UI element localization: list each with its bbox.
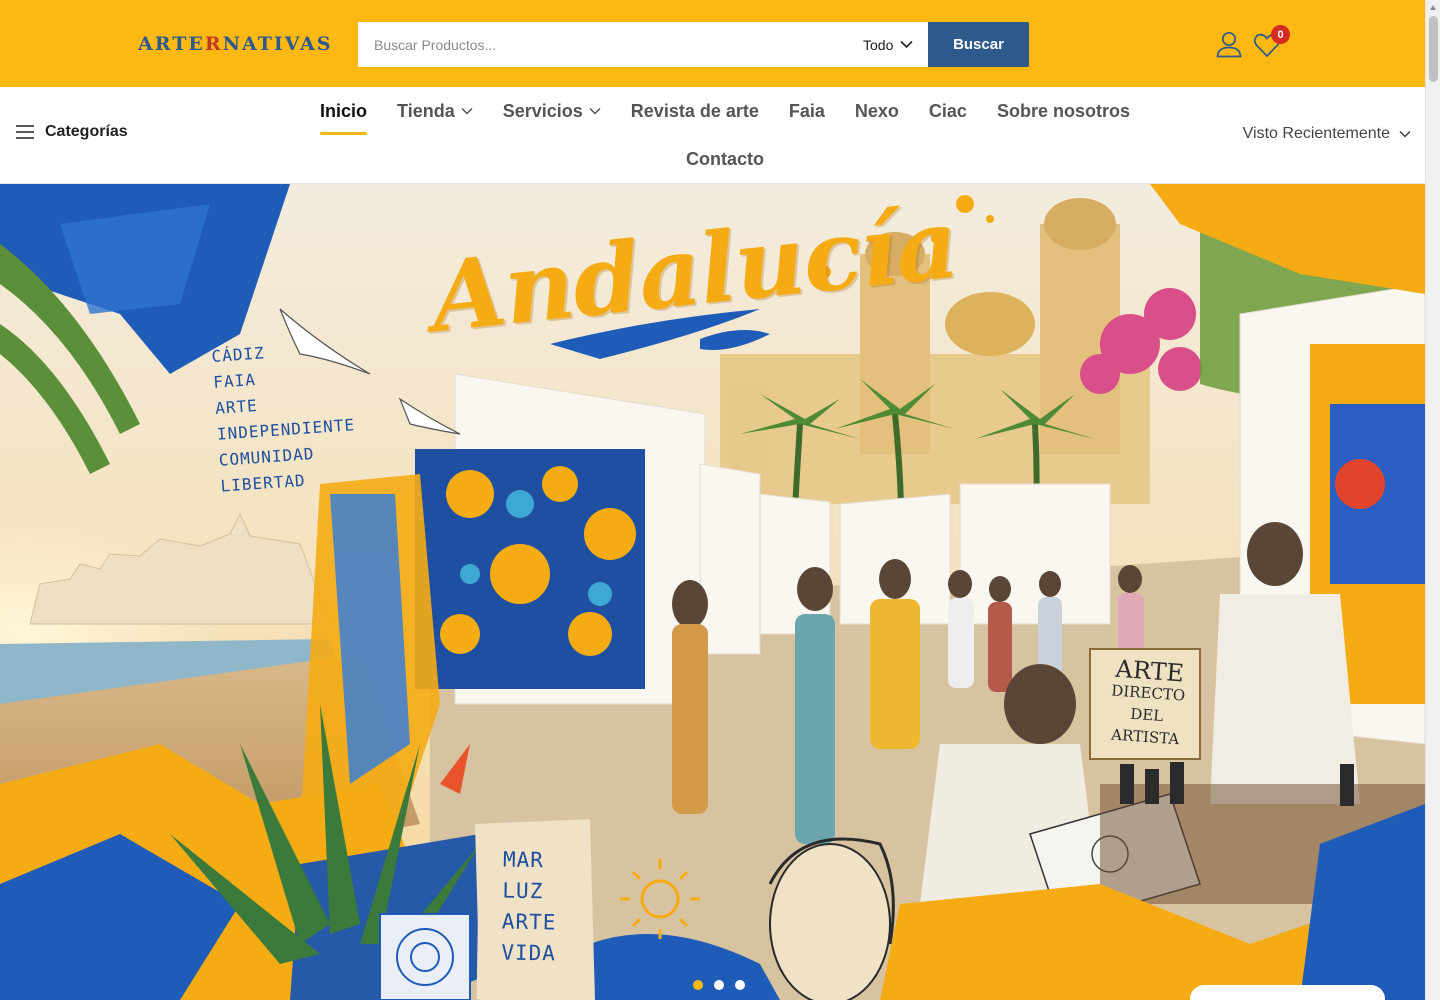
sign-line: DEL ARTISTA (1110, 704, 1180, 749)
top-header: ARTERNATIVAS Todo Buscar 0 (0, 0, 1425, 87)
chevron-down-icon (589, 107, 601, 115)
logo-prefix: ARTE (138, 33, 205, 55)
nav-item-servicios[interactable]: Servicios (503, 87, 601, 135)
nav-item-label: Nexo (854, 100, 899, 121)
hero-slider: Andalucía CÁDIZ FAIA ARTE INDEPENDIENTE … (0, 184, 1425, 1000)
card-word: VIDA (501, 940, 557, 966)
nav-item-label: Inicio (320, 100, 368, 121)
nav-item-label: Servicios (502, 100, 583, 121)
hero-artist-sign: ARTE DIRECTO DEL ARTISTA (1097, 655, 1198, 751)
slider-dot[interactable] (735, 980, 745, 990)
wishlist-count-badge: 0 (1271, 25, 1290, 44)
chevron-down-icon (900, 40, 913, 49)
nav-item-label: Revista de arte (630, 100, 759, 121)
hero-card: MAR LUZ ARTE VIDA (476, 828, 588, 1000)
chevron-down-icon (461, 107, 473, 115)
chat-widget-tab[interactable] (1190, 985, 1385, 1000)
nav-item-label: Tienda (397, 100, 455, 121)
hamburger-menu-icon (16, 125, 34, 139)
logo-accent: R (204, 33, 223, 55)
nav-item-revista[interactable]: Revista de arte (631, 87, 759, 135)
nav-item-nexo[interactable]: Nexo (855, 87, 899, 135)
card-word: MAR (502, 847, 545, 873)
logo-suffix: NATIVAS (222, 33, 333, 55)
nav-item-ciac[interactable]: Ciac (929, 87, 967, 135)
categories-menu-button[interactable]: Categorías (16, 123, 128, 141)
nav-item-inicio[interactable]: Inicio (320, 87, 368, 135)
page-scrollbar[interactable] (1425, 0, 1440, 1000)
nav-item-tienda[interactable]: Tienda (397, 87, 473, 135)
main-menu: Inicio Tienda Servicios Revista de arte … (300, 87, 1150, 183)
nav-item-label: Faia (788, 100, 825, 121)
card-word: ARTE (501, 909, 557, 935)
site-logo[interactable]: ARTERNATIVAS (138, 33, 332, 55)
search-category-select[interactable]: Todo (848, 22, 928, 67)
scroll-up-arrow-icon[interactable] (1430, 5, 1436, 10)
nav-item-contacto[interactable]: Contacto (686, 135, 764, 183)
user-icon[interactable] (1215, 30, 1243, 58)
nav-item-label: Ciac (928, 100, 967, 121)
chevron-down-icon (1399, 130, 1411, 138)
slider-dot[interactable] (714, 980, 724, 990)
main-navigation-bar: Categorías Inicio Tienda Servicios Revis… (0, 87, 1425, 184)
search-input[interactable] (358, 22, 848, 67)
categories-label: Categorías (45, 123, 128, 140)
recently-viewed-label: Visto Recientemente (1242, 125, 1390, 142)
nav-item-label: Contacto (686, 148, 764, 169)
search-button[interactable]: Buscar (928, 22, 1029, 67)
search-bar: Todo Buscar (358, 22, 1029, 67)
slider-pagination (693, 980, 745, 990)
recently-viewed-dropdown[interactable]: Visto Recientemente (1243, 125, 1411, 143)
hero-handwritten-list: CÁDIZ FAIA ARTE INDEPENDIENTE COMUNIDAD … (211, 334, 360, 499)
search-category-value: Todo (863, 36, 894, 53)
nav-item-label: Sobre nosotros (996, 100, 1130, 121)
card-word: LUZ (502, 878, 544, 904)
nav-item-sobre-nosotros[interactable]: Sobre nosotros (997, 87, 1130, 135)
scroll-thumb[interactable] (1429, 16, 1438, 82)
slider-dot[interactable] (693, 980, 703, 990)
nav-item-faia[interactable]: Faia (789, 87, 825, 135)
